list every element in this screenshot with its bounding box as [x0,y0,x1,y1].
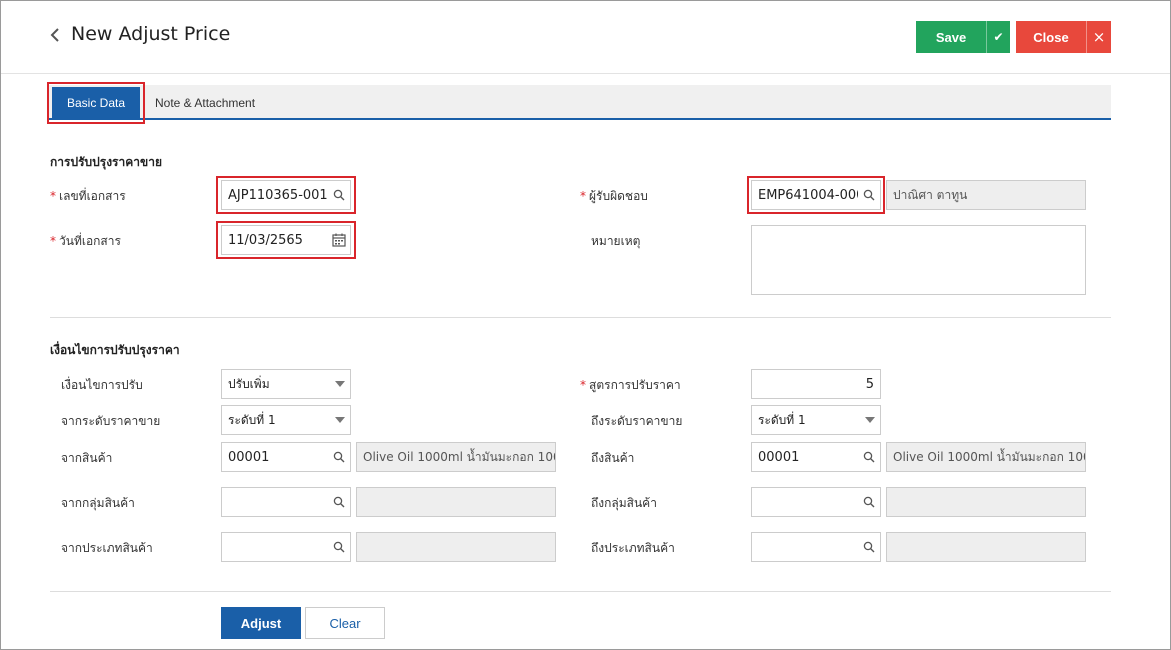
to-group-code-field[interactable] [751,487,881,517]
divider [50,591,1111,592]
save-check-icon[interactable]: ✔ [986,21,1010,53]
save-button[interactable]: Save [916,21,986,53]
app-window: New Adjust Price Save ✔ Close × Basic Da… [0,0,1171,650]
to-product-label: ถึงสินค้า [591,451,635,465]
from-group-label: จากกลุ่มสินค้า [61,496,135,510]
doc-no-label: * เลขที่เอกสาร [50,189,126,203]
to-group-name-field [886,487,1086,517]
close-button[interactable]: Close [1016,21,1086,53]
highlight-box [216,176,356,214]
section-title-adjust-condition: เงื่อนไขการปรับปรุงราคา [50,343,180,357]
page-title: New Adjust Price [71,23,231,45]
to-product-name-field: Olive Oil 1000ml น้ำมันมะกอก 100 [886,442,1086,472]
tab-bar: Basic Data Note & Attachment [49,85,1111,120]
highlight-box [747,176,885,214]
responsible-name-field: ปาณิศา ตาทูน [886,180,1086,210]
from-product-label: จากสินค้า [61,451,113,465]
to-type-code-field[interactable] [751,532,881,562]
to-type-name-field [886,532,1086,562]
clear-button[interactable]: Clear [305,607,385,639]
close-icon[interactable]: × [1086,21,1111,53]
section-title-sales-price: การปรับปรุงราคาขาย [50,155,162,169]
search-icon[interactable] [328,533,350,561]
from-type-code-field[interactable] [221,532,351,562]
adjust-button[interactable]: Adjust [221,607,301,639]
caret-down-icon [865,417,875,423]
remark-textarea[interactable] [751,225,1086,295]
condition-label: เงื่อนไขการปรับ [61,378,143,392]
from-type-label: จากประเภทสินค้า [61,541,153,555]
search-icon[interactable] [858,488,880,516]
doc-date-label: * วันที่เอกสาร [50,234,121,248]
from-level-select[interactable]: ระดับที่ 1 [221,405,351,435]
from-group-code-field[interactable] [221,487,351,517]
formula-field[interactable]: 5 [751,369,881,399]
highlight-box [47,82,145,124]
remark-label: หมายเหตุ [591,234,641,248]
search-icon[interactable] [858,533,880,561]
page-header: New Adjust Price Save ✔ Close × [1,1,1170,74]
from-product-name-field: Olive Oil 1000ml น้ำมันมะกอก 100 [356,442,556,472]
from-type-name-field [356,532,556,562]
from-level-label: จากระดับราคาขาย [61,414,161,428]
responsible-label: * ผู้รับผิดชอบ [580,189,648,203]
tab-note-attachment[interactable]: Note & Attachment [155,85,255,120]
condition-select[interactable]: ปรับเพิ่ม [221,369,351,399]
caret-down-icon [335,381,345,387]
to-level-label: ถึงระดับราคาขาย [591,414,683,428]
highlight-box [216,221,356,259]
save-button-group: Save ✔ [916,21,1010,53]
from-group-name-field [356,487,556,517]
to-type-label: ถึงประเภทสินค้า [591,541,675,555]
search-icon[interactable] [858,443,880,471]
to-product-code-field[interactable]: 00001 [751,442,881,472]
to-group-label: ถึงกลุ่มสินค้า [591,496,657,510]
close-button-group: Close × [1016,21,1111,53]
from-product-code-field[interactable]: 00001 [221,442,351,472]
search-icon[interactable] [328,443,350,471]
search-icon[interactable] [328,488,350,516]
formula-label: * สูตรการปรับราคา [580,378,681,392]
back-icon[interactable] [49,26,65,46]
to-level-select[interactable]: ระดับที่ 1 [751,405,881,435]
caret-down-icon [335,417,345,423]
divider [50,317,1111,318]
